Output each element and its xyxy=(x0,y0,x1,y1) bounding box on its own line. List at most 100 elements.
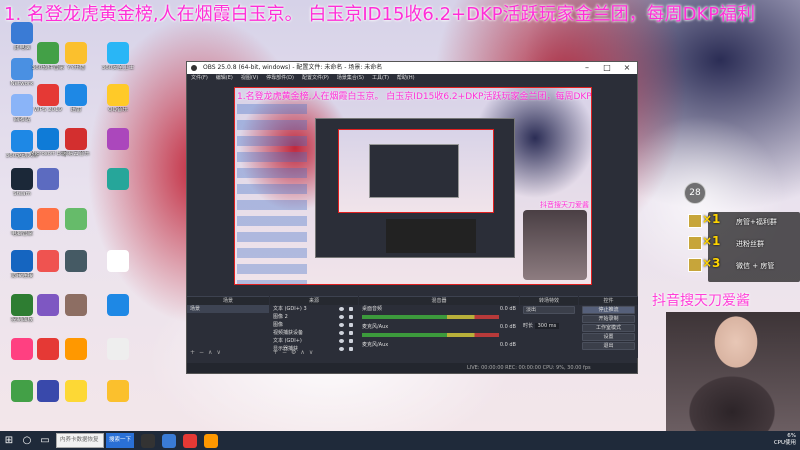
desktop-icon[interactable] xyxy=(58,250,94,272)
mixer-dock: 混音器 桌面音频 0.0 dB 麦克风/Aux 0.0 dB 麦克风/Aux 0… xyxy=(359,296,519,358)
eye-icon[interactable] xyxy=(339,307,344,311)
desktop-icon[interactable]: 网易云音乐 xyxy=(58,128,94,158)
desktop-icon[interactable]: YY开播 xyxy=(58,42,94,72)
obs-app-icon xyxy=(191,65,197,71)
menu-edit[interactable]: 编辑(E) xyxy=(216,74,233,83)
desktop-icon[interactable] xyxy=(100,168,136,190)
obs-menubar: 文件(F) 编辑(E) 视图(V) 停靠部件(D) 配置文件(P) 场景集合(S… xyxy=(187,74,637,83)
scenes-toolbar[interactable]: +−∧∨ xyxy=(187,348,269,358)
desktop-icon[interactable] xyxy=(30,168,66,190)
transition-select[interactable]: 淡出 xyxy=(523,306,575,314)
preview-marquee: 1.名登龙虎黄金榜,人在烟霞白玉京。 白玉京ID15收6.2+DKP活跃玩家金兰… xyxy=(237,92,592,102)
desktop-icon[interactable] xyxy=(100,128,136,150)
app-taskbar-icon[interactable] xyxy=(204,433,218,448)
netease-taskbar-icon[interactable] xyxy=(183,433,197,448)
source-item[interactable]: 图像 xyxy=(270,321,358,329)
search-icon[interactable]: ○ xyxy=(18,431,36,450)
desktop-icon[interactable] xyxy=(58,380,94,402)
taskbar-search-button[interactable]: 搜索一下 xyxy=(106,433,134,448)
mixer-header: 混音器 xyxy=(359,297,519,305)
sources-dock: 来源 文本 (GDI+) 3 图像 2 图像 视频捕获设备 文本 (GDI+) … xyxy=(270,296,358,358)
prize-item: ×1 进粉丝群 xyxy=(688,234,800,252)
menu-file[interactable]: 文件(F) xyxy=(191,74,208,83)
desktop-icon[interactable]: 迅雷 xyxy=(58,84,94,114)
desktop-icon[interactable] xyxy=(58,338,94,360)
duration-input[interactable]: 300 ms xyxy=(534,323,560,329)
stop-streaming-button[interactable]: 停止推流 xyxy=(582,306,635,314)
marquee-banner: 1. 名登龙虎黄金榜,人在烟霞白玉京。 白玉京ID15收6.2+DKP活跃玩家金… xyxy=(4,4,756,25)
menu-docks[interactable]: 停靠部件(D) xyxy=(266,74,294,83)
gift-icon xyxy=(688,214,702,228)
preview-webcam-label: 抖音搜天刀爱酱 xyxy=(540,201,589,209)
minimize-icon[interactable]: – xyxy=(577,62,597,74)
transitions-header: 转场特效 xyxy=(520,297,578,305)
controls-dock: 控件 停止推流 开始录制 工作室模式 设置 退出 xyxy=(579,296,638,358)
eye-icon[interactable] xyxy=(339,331,344,335)
prize-item: ×1 房管+福利群 xyxy=(688,212,800,230)
source-item[interactable]: 视频捕获设备 xyxy=(270,329,358,337)
preview-desktop-icons xyxy=(237,104,307,284)
start-recording-button[interactable]: 开始录制 xyxy=(582,315,635,323)
obs-taskbar-icon[interactable] xyxy=(141,433,155,448)
obs-window[interactable]: OBS 25.0.8 (64-bit, windows) - 配置文件: 未命名… xyxy=(186,61,638,374)
lock-icon[interactable] xyxy=(349,323,353,327)
mixer-channel-name: 麦克风/Aux 0.0 dB xyxy=(362,324,516,330)
lock-icon[interactable] xyxy=(349,307,353,311)
gift-icon xyxy=(688,258,702,272)
windows-start-icon[interactable]: ⊞ xyxy=(0,431,18,450)
desktop-icon[interactable] xyxy=(100,294,136,316)
cpu-badge: 28 xyxy=(684,182,706,204)
source-item[interactable]: 文本 (GDI+) xyxy=(270,337,358,345)
sources-header: 来源 xyxy=(270,297,358,305)
menu-tools[interactable]: 工具(T) xyxy=(372,74,389,83)
preview-nested-obs xyxy=(315,118,515,258)
maximize-icon[interactable]: □ xyxy=(597,62,617,74)
eye-icon[interactable] xyxy=(339,323,344,327)
exit-button[interactable]: 退出 xyxy=(582,342,635,350)
volume-meter[interactable] xyxy=(362,333,499,337)
desktop-icon[interactable] xyxy=(100,380,136,402)
controls-header: 控件 xyxy=(579,297,638,305)
desktop-icon[interactable]: 360安全卫士 xyxy=(100,42,136,72)
webcam-label: 抖音搜天刀爱酱 xyxy=(652,293,750,309)
menu-scene-collection[interactable]: 场景集合(S) xyxy=(337,74,364,83)
menu-profile[interactable]: 配置文件(P) xyxy=(302,74,329,83)
eye-icon[interactable] xyxy=(339,339,344,343)
scene-item[interactable]: 场景 xyxy=(187,305,269,313)
eye-icon[interactable] xyxy=(339,315,344,319)
desktop-icon[interactable] xyxy=(100,338,136,360)
source-item[interactable]: 图像 2 xyxy=(270,313,358,321)
webcam-feed xyxy=(666,312,800,431)
studio-mode-button[interactable]: 工作室模式 xyxy=(582,324,635,332)
mixer-channel-name: 麦克风/Aux 0.0 dB xyxy=(362,342,516,348)
close-icon[interactable]: × xyxy=(617,62,637,74)
obs-statusbar: LIVE: 00:00:00 REC: 00:00:00 CPU: 9%, 30… xyxy=(187,363,637,373)
preview-webcam xyxy=(523,210,587,280)
gift-icon xyxy=(688,236,702,250)
lock-icon[interactable] xyxy=(349,331,353,335)
source-item[interactable]: 文本 (GDI+) 3 xyxy=(270,305,358,313)
desktop-icon[interactable] xyxy=(100,250,136,272)
prize-panel: ×1 房管+福利群 ×1 进粉丝群 ×3 微信 + 房管 xyxy=(688,212,800,282)
obs-titlebar[interactable]: OBS 25.0.8 (64-bit, windows) - 配置文件: 未命名… xyxy=(187,62,637,74)
app-taskbar-icon[interactable] xyxy=(162,433,176,448)
scenes-dock: 场景 场景 +−∧∨ xyxy=(187,296,269,358)
desktop: 1. 名登龙虎黄金榜,人在烟霞白玉京。 白玉京ID15收6.2+DKP活跃玩家金… xyxy=(0,0,800,431)
desktop-icon[interactable] xyxy=(58,294,94,316)
lock-icon[interactable] xyxy=(349,315,353,319)
menu-view[interactable]: 视图(V) xyxy=(241,74,258,83)
taskbar: ⊞ ○ ▭ 内养卡数据恢复 搜索一下 6% CPU使用 xyxy=(0,431,800,450)
taskbar-search-input[interactable]: 内养卡数据恢复 xyxy=(56,433,104,448)
lock-icon[interactable] xyxy=(349,339,353,343)
settings-button[interactable]: 设置 xyxy=(582,333,635,341)
obs-preview[interactable]: 1.名登龙虎黄金榜,人在烟霞白玉京。 白玉京ID15收6.2+DKP活跃玩家金兰… xyxy=(234,87,592,285)
menu-help[interactable]: 帮助(H) xyxy=(397,74,415,83)
task-view-icon[interactable]: ▭ xyxy=(36,431,54,450)
desktop-icon[interactable] xyxy=(58,208,94,230)
volume-meter[interactable] xyxy=(362,315,499,319)
prize-item: ×3 微信 + 房管 xyxy=(688,256,800,274)
system-tray[interactable]: 6% CPU使用 xyxy=(774,433,796,447)
transitions-dock: 转场特效 淡出 时长 300 ms xyxy=(520,296,578,358)
sources-toolbar[interactable]: +−⚙∧∨ xyxy=(270,348,358,358)
desktop-icon[interactable]: QQ音乐 xyxy=(100,84,136,114)
